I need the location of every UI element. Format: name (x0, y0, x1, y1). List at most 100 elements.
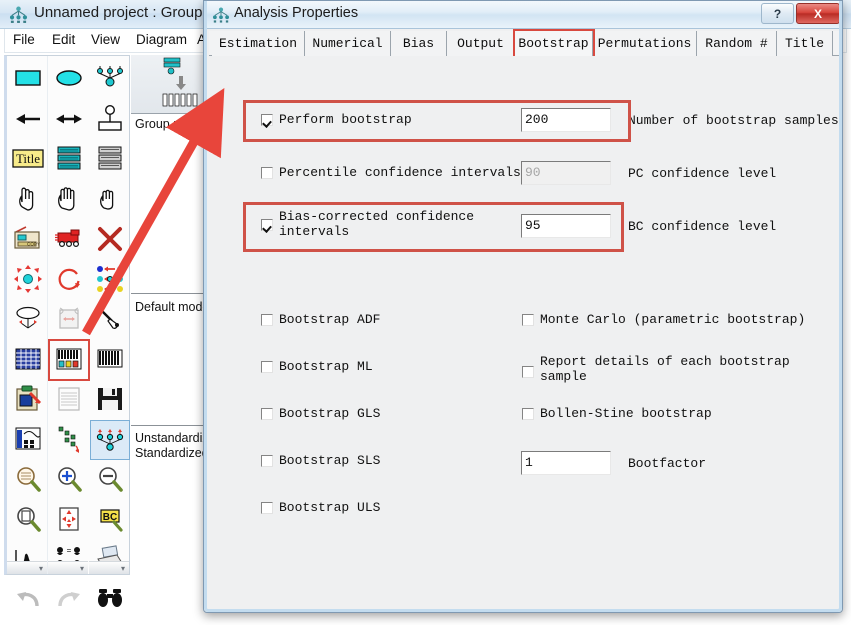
checkbox-bootstrap-sls[interactable] (261, 455, 273, 467)
checkbox-percentile-confidence-intervals[interactable] (261, 167, 273, 179)
tool-unique-variable[interactable] (90, 100, 130, 140)
tool-deselect-all-objects[interactable] (90, 180, 130, 220)
tool-rotate-indicators[interactable] (49, 260, 89, 300)
tool-posterior-distribution[interactable] (8, 540, 48, 580)
tool-change-shape-of-objects[interactable] (8, 260, 48, 300)
pane-label-unstandardized[interactable]: Unstandardiz (135, 431, 209, 445)
zoom-in-icon (58, 467, 82, 492)
menu-item-edit[interactable]: Edit (52, 32, 75, 47)
analysis-properties-dialog: Analysis Properties ? X Estimation Numer… (203, 0, 843, 613)
menu-item-diagram[interactable]: Diagram (136, 32, 187, 47)
caption-bc-confidence-level: BC confidence level (628, 219, 777, 234)
tool-move-objects[interactable] (49, 220, 89, 260)
palette-scroll-2[interactable]: ▾ (48, 561, 88, 574)
tab-numerical[interactable]: Numerical (305, 31, 391, 56)
zoom-in-on-area-icon (17, 467, 41, 492)
tool-ellipse-unobserved-variable[interactable] (49, 60, 89, 100)
tab-output[interactable]: Output (447, 31, 515, 56)
checkbox-bootstrap-uls[interactable] (261, 502, 273, 514)
caption-number-of-bootstrap-samples: Number of bootstrap samples (628, 113, 839, 128)
tool-preserve-symmetries-panel[interactable] (90, 420, 130, 460)
field-bootfactor[interactable]: 1 (521, 451, 611, 475)
tool-clipboard-copy[interactable] (8, 380, 48, 420)
close-button[interactable]: X (796, 3, 840, 24)
object-properties-panel-icon (15, 427, 41, 450)
show-whole-page-icon (17, 507, 41, 532)
menu-item-view[interactable]: View (91, 32, 120, 47)
tool-drag-properties-panel[interactable] (49, 420, 89, 460)
tool-touch-up-a-variable[interactable] (90, 300, 130, 340)
tool-scroll-the-path-diagram[interactable] (49, 300, 89, 340)
tool-list-variables-in-dataset[interactable] (49, 140, 89, 180)
tool-latent-variable-indicators[interactable] (90, 60, 130, 100)
tool-save-current-diagram[interactable] (90, 380, 130, 420)
tool-figure-caption-title[interactable]: Title (8, 140, 48, 180)
tab-random-number[interactable]: Random # (697, 31, 777, 56)
tab-title[interactable]: Title (777, 31, 833, 56)
checkbox-bootstrap-ml[interactable] (261, 361, 273, 373)
tool-select-one-object[interactable] (8, 180, 48, 220)
tool-move-parameter-values[interactable] (8, 300, 48, 340)
tool-print[interactable] (90, 540, 130, 580)
checkbox-bootstrap-gls[interactable] (261, 408, 273, 420)
menu-item-file[interactable]: File (13, 32, 35, 47)
tool-duplicate-objects[interactable]: COPY (8, 220, 48, 260)
label-bootstrap-gls: Bootstrap GLS (279, 406, 381, 421)
tool-zoom-out[interactable] (90, 460, 130, 500)
tool-double-headed-arrow[interactable] (49, 100, 89, 140)
erase-objects-icon (98, 227, 122, 251)
tool-multiple-group-analysis[interactable]: = = (49, 540, 89, 580)
main-window-title: Unnamed project : Group nu (34, 4, 224, 21)
tab-estimation[interactable]: Estimation (212, 31, 305, 56)
tool-resize-to-fit-page[interactable] (49, 500, 89, 540)
list-variables-in-dataset-icon (57, 146, 81, 170)
tab-permutations[interactable]: Permutations (593, 31, 697, 56)
label-monte-carlo: Monte Carlo (parametric bootstrap) (540, 312, 806, 327)
double-headed-arrow-icon (56, 114, 82, 124)
tool-search[interactable] (90, 580, 130, 620)
preserve-symmetries-panel-icon (96, 429, 124, 451)
tool-reflect-indicators[interactable] (90, 260, 130, 300)
clipboard-copy-icon (16, 385, 42, 411)
search-icon (98, 589, 122, 607)
checkbox-monte-carlo[interactable] (522, 314, 534, 326)
scroll-the-path-diagram-icon (59, 307, 79, 329)
tool-rectangle-observed-variable[interactable] (8, 60, 48, 100)
tab-bias[interactable]: Bias (391, 31, 447, 56)
palette-scroll-1[interactable]: ▾ (7, 561, 47, 574)
label-bootstrap-uls: Bootstrap ULS (279, 500, 381, 515)
label-bollen-stine: Bollen-Stine bootstrap (540, 406, 712, 421)
help-button[interactable]: ? (761, 3, 794, 24)
tool-list-variables-in-model[interactable] (90, 140, 130, 180)
object-properties-icon (97, 349, 123, 368)
pane-label-default-model[interactable]: Default mode (135, 300, 209, 314)
latent-variable-indicators-icon (97, 66, 123, 87)
tool-redo[interactable] (49, 580, 89, 620)
tool-select-data-file[interactable] (8, 340, 48, 380)
tool-object-properties[interactable] (90, 340, 130, 380)
rotate-indicators-icon (58, 268, 80, 290)
tool-object-properties-panel[interactable] (8, 420, 48, 460)
tool-show-whole-page[interactable] (8, 500, 48, 540)
pane-label-group-number[interactable]: Group numbe (135, 117, 211, 131)
tool-single-headed-arrow[interactable] (8, 100, 48, 140)
tool-undo[interactable] (8, 580, 48, 620)
field-pc-confidence-level[interactable]: 90 (521, 161, 611, 185)
checkbox-report-details[interactable] (522, 366, 534, 378)
move-parameter-values-icon (16, 306, 40, 329)
amos-path-diagram-icon (212, 7, 230, 23)
dialog-titlebar[interactable]: Analysis Properties ? X (204, 1, 842, 29)
tool-erase-objects[interactable] (90, 220, 130, 260)
tool-select-all-objects[interactable] (49, 180, 89, 220)
tool-zoom-in-on-area[interactable] (8, 460, 48, 500)
duplicate-objects-icon: COPY (14, 226, 40, 249)
checkbox-bollen-stine[interactable] (522, 408, 534, 420)
palette-scroll-3[interactable]: ▾ (89, 561, 129, 574)
tool-bayesian-estimation[interactable]: BC (90, 500, 130, 540)
tool-zoom-in[interactable] (49, 460, 89, 500)
analysis-properties-tool-highlight (48, 339, 90, 381)
pane-label-standardized[interactable]: Standardized (135, 446, 209, 460)
checkbox-bootstrap-adf[interactable] (261, 314, 273, 326)
tool-view-text-output[interactable] (49, 380, 89, 420)
touch-up-a-variable-icon (98, 307, 119, 329)
